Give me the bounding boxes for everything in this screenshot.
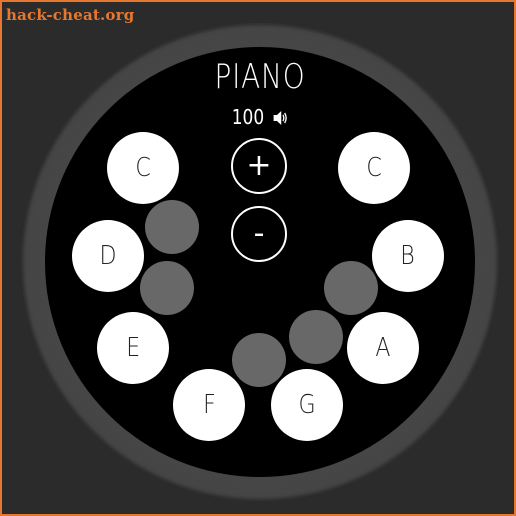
volume-up-button[interactable]: +: [231, 138, 287, 194]
screenshot-frame: hack-cheat.org PIANO 100 + - C C D B E A…: [0, 0, 516, 516]
watermark: hack-cheat.org: [6, 6, 135, 24]
plus-icon: +: [246, 148, 272, 183]
white-key-a[interactable]: A: [347, 312, 419, 384]
white-key-e[interactable]: E: [97, 312, 169, 384]
app-title: PIANO: [214, 57, 306, 97]
black-key-f-sharp[interactable]: [232, 333, 286, 387]
key-label: F: [202, 390, 216, 420]
key-label: E: [126, 333, 140, 363]
volume-down-button[interactable]: -: [231, 206, 287, 262]
minus-icon: -: [253, 216, 265, 251]
key-label: D: [99, 241, 117, 271]
key-label: C: [366, 153, 382, 183]
key-label: G: [298, 390, 316, 420]
white-key-d[interactable]: D: [72, 220, 144, 292]
key-label: C: [135, 153, 151, 183]
black-key-g-sharp[interactable]: [289, 310, 343, 364]
speaker-icon: [273, 107, 288, 125]
white-key-c-high[interactable]: C: [338, 132, 410, 204]
white-key-f[interactable]: F: [173, 369, 245, 441]
white-key-b[interactable]: B: [372, 220, 444, 292]
key-label: A: [375, 333, 391, 363]
watch-screen: PIANO 100 + - C C D B E A F G: [45, 47, 475, 477]
volume-value: 100: [231, 105, 265, 129]
black-key-c-sharp[interactable]: [145, 200, 199, 254]
white-key-g[interactable]: G: [271, 369, 343, 441]
key-label: B: [400, 241, 416, 271]
black-key-d-sharp[interactable]: [140, 261, 194, 315]
white-key-c-low[interactable]: C: [107, 132, 179, 204]
black-key-a-sharp[interactable]: [324, 261, 378, 315]
volume-display: 100: [77, 105, 443, 129]
